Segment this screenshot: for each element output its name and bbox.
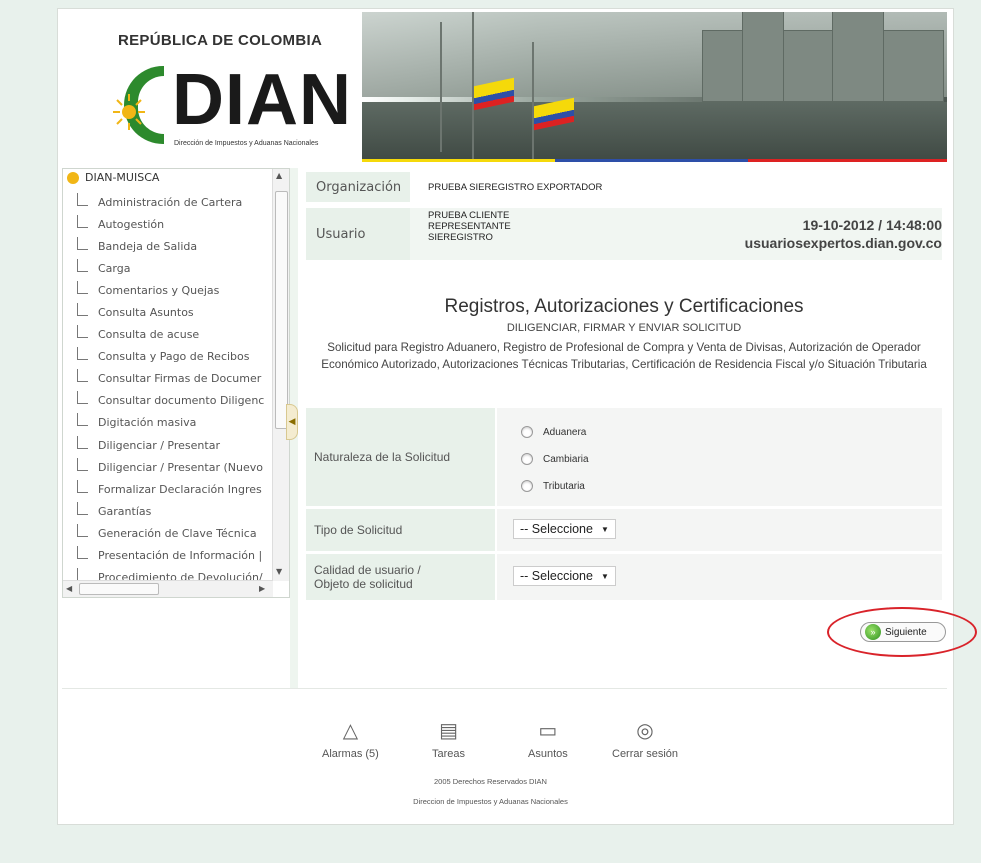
radio-circle-icon[interactable] (521, 480, 533, 492)
scroll-up-icon[interactable]: ▲ (276, 171, 282, 180)
sidebar-item-garantias[interactable]: Garantías (77, 500, 269, 522)
tareas-link[interactable]: ▤ Tareas (432, 720, 465, 760)
page-subtitle: DILIGENCIAR, FIRMAR Y ENVIAR SOLICITUD (506, 322, 742, 334)
sidebar-horizontal-scrollbar[interactable]: ◀ ▶ (63, 580, 273, 597)
calidad-row: Calidad de usuario / Objeto de solicitud… (306, 554, 942, 600)
organizacion-label: Organización (306, 172, 410, 202)
tipo-label: Tipo de Solicitud (306, 509, 495, 551)
alarmas-link[interactable]: △ Alarmas (5) (322, 720, 379, 760)
tree-items: Administración de Cartera Autogestión Ba… (77, 191, 269, 589)
scroll-right-icon[interactable]: ▶ (259, 584, 265, 593)
folder-icon: ▭ (538, 720, 558, 742)
sidebar-item-bandeja-salida[interactable]: Bandeja de Salida (77, 235, 269, 257)
sidebar-collapse-toggle[interactable]: ◀ (286, 404, 298, 440)
dian-logo-text: DIAN (172, 60, 352, 140)
naturaleza-row: Naturaleza de la Solicitud Aduanera Camb… (306, 408, 942, 506)
tipo-row: Tipo de Solicitud -- Seleccione ▼ (306, 509, 942, 551)
sidebar-vscroll-thumb[interactable] (275, 191, 288, 429)
entity-text: Direccion de Impuestos y Aduanas Naciona… (413, 797, 568, 806)
sidebar-hscroll-thumb[interactable] (79, 583, 159, 595)
sidebar-item-administracion-cartera[interactable]: Administración de Cartera (77, 191, 269, 213)
dian-sun-icon (67, 171, 79, 184)
power-icon: ◎ (636, 720, 654, 742)
session-domain: usuariosexpertos.dian.gov.co (744, 235, 942, 251)
sidebar-item-consultar-firmas[interactable]: Consultar Firmas de Documer (77, 368, 269, 390)
copyright-text: 2005 Derechos Reservados DIAN (434, 777, 547, 786)
sidebar-item-consulta-asuntos[interactable]: Consulta Asuntos (77, 301, 269, 323)
usuario-row: Usuario PRUEBA CLIENTE REPRESENTANTE SIE… (306, 208, 942, 260)
calidad-select[interactable]: -- Seleccione ▼ (513, 566, 616, 586)
sidebar-item-autogestion[interactable]: Autogestión (77, 213, 269, 235)
radio-tributaria[interactable]: Tributaria (521, 480, 585, 492)
radio-circle-icon[interactable] (521, 453, 533, 465)
header-photo (362, 12, 947, 162)
tipo-select[interactable]: -- Seleccione ▼ (513, 519, 616, 539)
sidebar-item-comentarios-quejas[interactable]: Comentarios y Quejas (77, 279, 269, 301)
radio-circle-icon[interactable] (521, 426, 533, 438)
chevron-left-icon: ◀ (288, 417, 296, 427)
sidebar-item-generacion-clave[interactable]: Generación de Clave Técnica (77, 522, 269, 544)
sidebar-vertical-scrollbar[interactable]: ▲ ▼ (272, 169, 289, 581)
siguiente-button[interactable]: » Siguiente (860, 622, 946, 642)
calidad-field: -- Seleccione ▼ (497, 554, 942, 600)
page-title: Registros, Autorizaciones y Certificacio… (444, 296, 804, 317)
dropdown-arrow-icon: ▼ (600, 524, 609, 534)
tree-root-label: DIAN-MUISCA (85, 171, 160, 184)
user-info-panel: Organización PRUEBA SIEREGISTRO EXPORTAD… (306, 172, 942, 262)
organizacion-value: PRUEBA SIEREGISTRO EXPORTADOR (428, 182, 603, 193)
asuntos-link[interactable]: ▭ Asuntos (528, 720, 568, 760)
footer-divider (62, 688, 947, 689)
sidebar-item-consultar-documento[interactable]: Consultar documento Diligenc (77, 390, 269, 412)
sidebar-item-consulta-pago-recibos[interactable]: Consulta y Pago de Recibos (77, 346, 269, 368)
header-banner: REPÚBLICA DE COLOMBIA DIAN Dirección de … (62, 12, 947, 162)
bell-icon: △ (342, 720, 359, 742)
sidebar-item-formalizar-declaracion[interactable]: Formalizar Declaración Ingres (77, 478, 269, 500)
naturaleza-field: Aduanera Cambiaria Tributaria (497, 408, 942, 506)
dropdown-arrow-icon: ▼ (600, 571, 609, 581)
radio-cambiaria[interactable]: Cambiaria (521, 453, 589, 465)
dian-logo-subtitle: Dirección de Impuestos y Aduanas Naciona… (174, 140, 319, 147)
scroll-left-icon[interactable]: ◀ (66, 584, 72, 593)
tipo-field: -- Seleccione ▼ (497, 509, 942, 551)
footer-toolbar: △ Alarmas (5) ▤ Tareas ▭ Asuntos ◎ Cerra… (322, 720, 702, 770)
usuario-label: Usuario (306, 208, 410, 260)
scroll-down-icon[interactable]: ▼ (276, 567, 282, 576)
page-description: Solicitud para Registro Aduanero, Regist… (321, 341, 927, 371)
session-datetime: 19-10-2012 / 14:48:00 (802, 217, 942, 233)
cerrar-sesion-link[interactable]: ◎ Cerrar sesión (612, 720, 678, 760)
sidebar-item-digitacion-masiva[interactable]: Digitación masiva (77, 412, 269, 434)
sidebar-item-diligenciar-presentar-nuevo[interactable]: Diligenciar / Presentar (Nuevo (77, 456, 269, 478)
naturaleza-label: Naturaleza de la Solicitud (306, 408, 495, 506)
organizacion-row: Organización PRUEBA SIEREGISTRO EXPORTAD… (306, 172, 942, 202)
calidad-label: Calidad de usuario / Objeto de solicitud (306, 554, 495, 600)
session-datetime-domain: 19-10-2012 / 14:48:00 usuariosexpertos.d… (745, 216, 942, 252)
radio-aduanera[interactable]: Aduanera (521, 426, 586, 438)
usuario-value: PRUEBA CLIENTE REPRESENTANTE SIEREGISTRO (428, 210, 511, 243)
scroll-icon: ▤ (439, 720, 458, 742)
sidebar-item-diligenciar-presentar[interactable]: Diligenciar / Presentar (77, 434, 269, 456)
republica-label: REPÚBLICA DE COLOMBIA (118, 32, 323, 49)
sidebar-item-presentacion-informacion[interactable]: Presentación de Información | (77, 545, 269, 567)
sun-icon (113, 94, 145, 130)
sidebar-tree: DIAN-MUISCA Administración de Cartera Au… (62, 168, 290, 598)
tree-root[interactable]: DIAN-MUISCA (67, 171, 159, 184)
sidebar-item-consulta-acuse[interactable]: Consulta de acuse (77, 324, 269, 346)
sidebar-item-carga[interactable]: Carga (77, 257, 269, 279)
go-forward-icon: » (865, 624, 881, 640)
flag-color-line (362, 159, 947, 162)
